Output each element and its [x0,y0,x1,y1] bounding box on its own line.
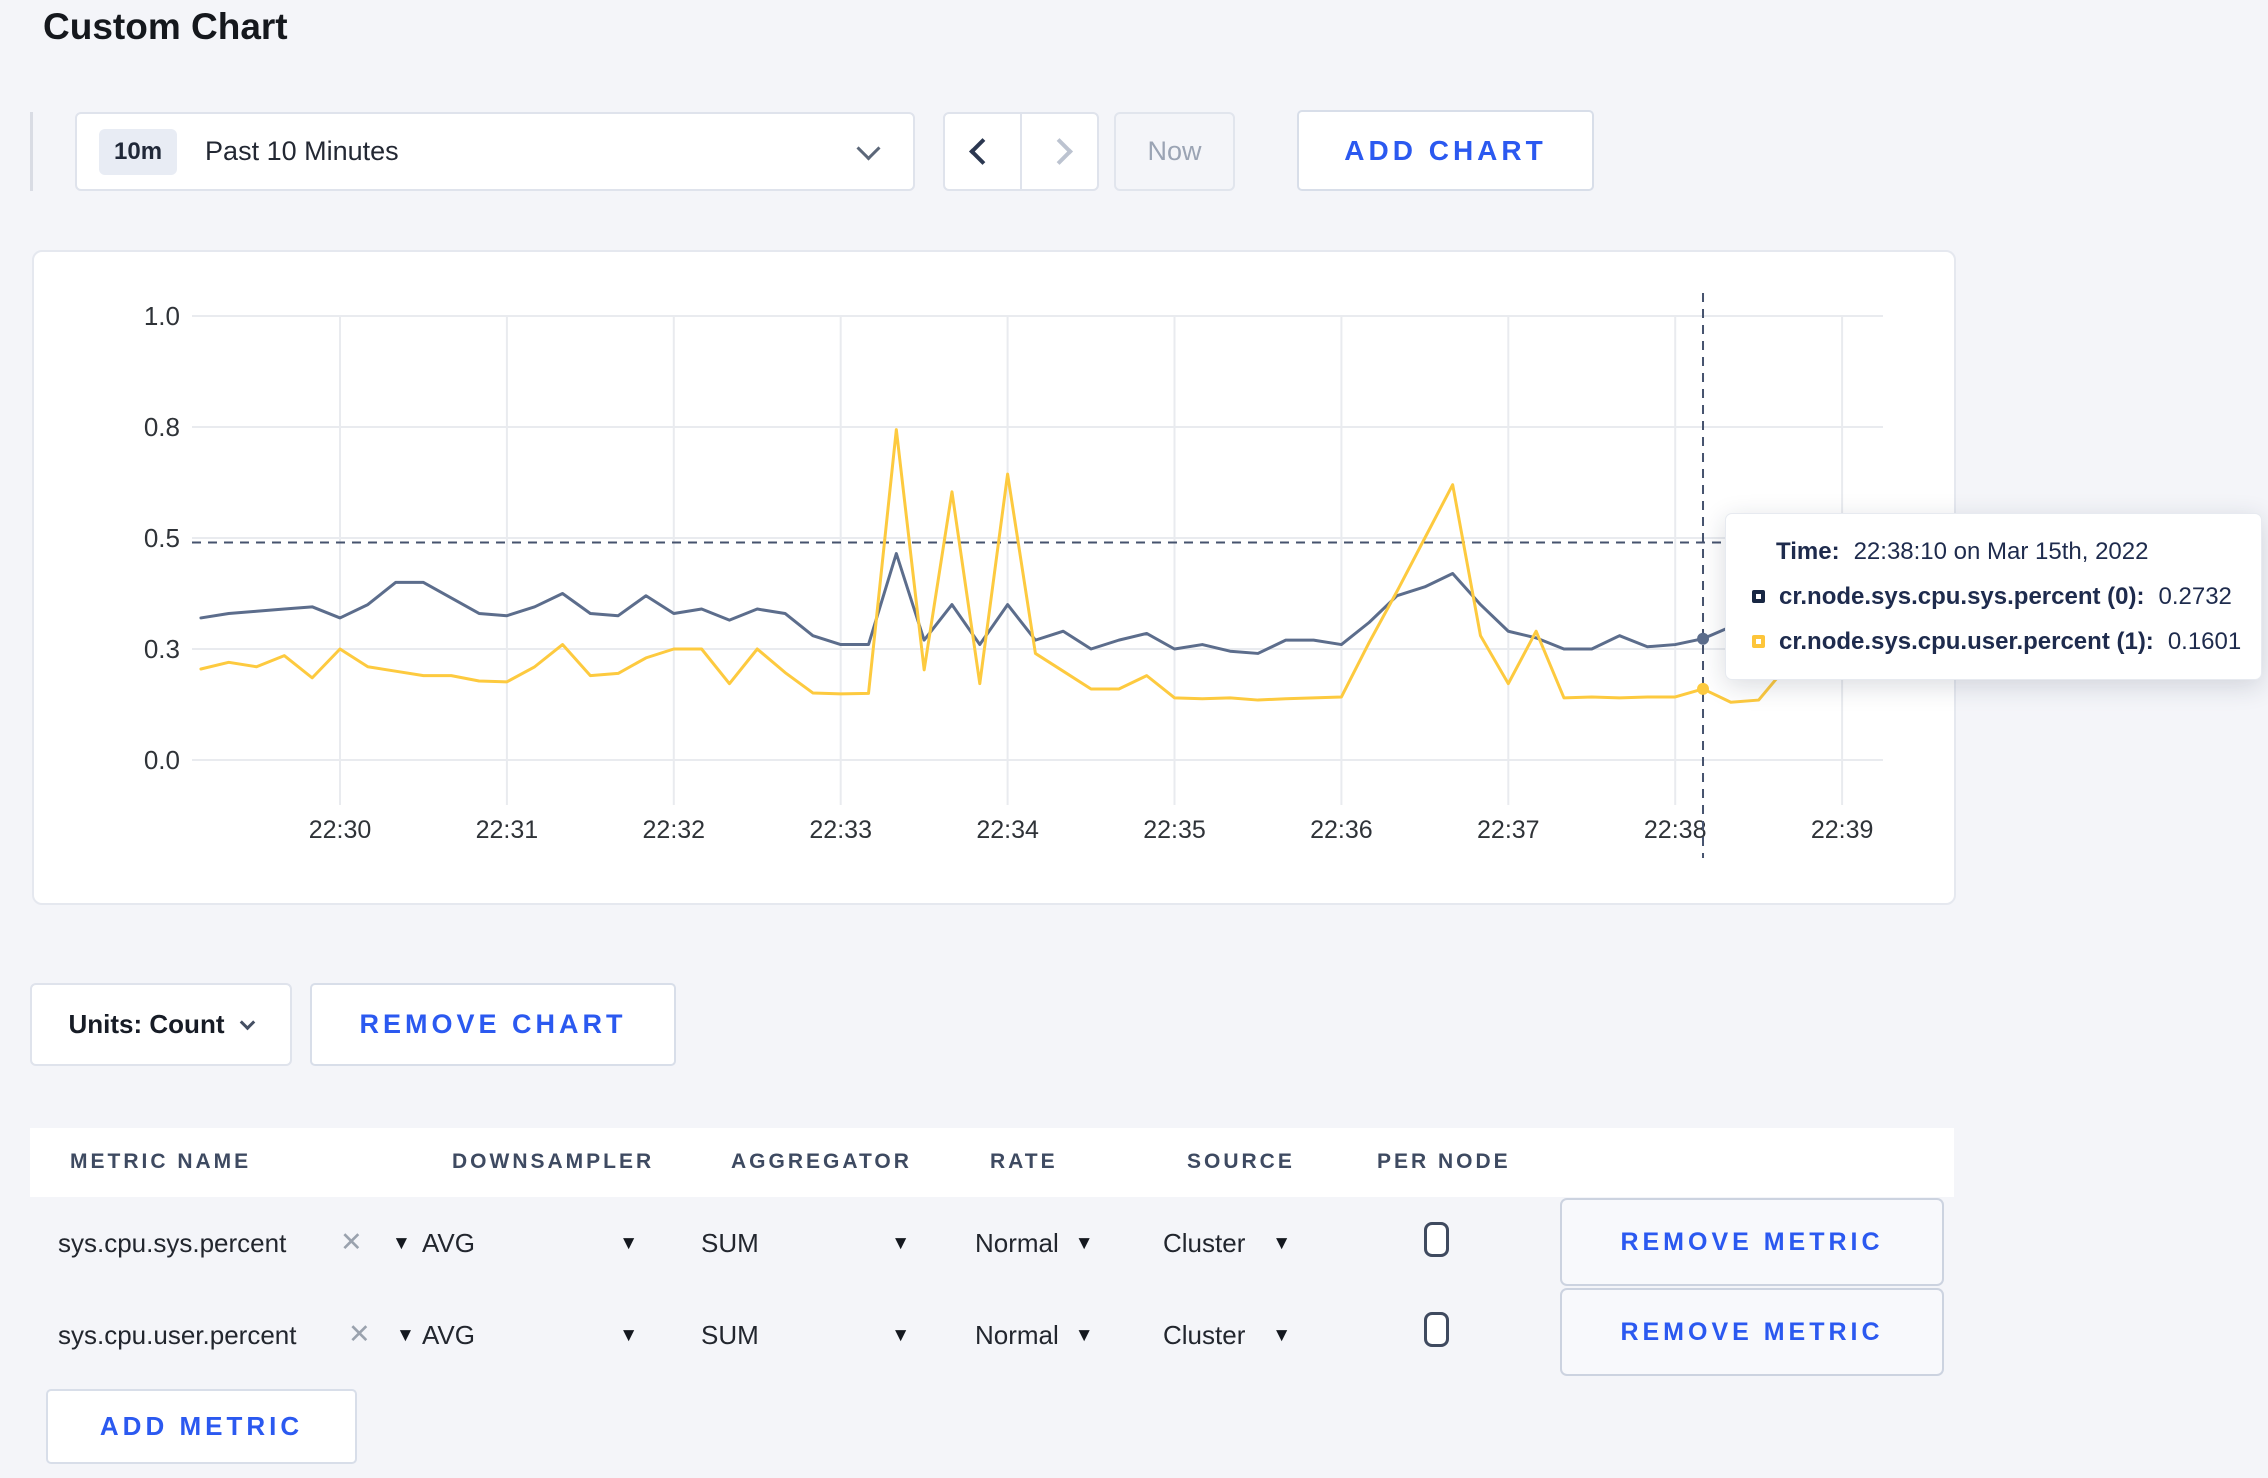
chevron-down-icon: ▼ [1272,1325,1291,1346]
add-chart-button[interactable]: ADD CHART [1297,110,1594,191]
tooltip-metric-value: 0.1601 [2167,627,2242,655]
downsampler-value: AVG [422,1228,475,1258]
col-header-aggregator: AGGREGATOR [731,1150,912,1173]
metric-dropdown-icon[interactable]: ▼ [396,1326,415,1345]
series-swatch-icon [1752,590,1765,603]
metric-dropdown-icon[interactable]: ▼ [392,1234,411,1253]
rate-value: Normal [975,1320,1059,1350]
chevron-down-icon: ▼ [1074,1233,1094,1254]
time-range-badge: 10m [99,128,178,175]
units-label: Units: Count [68,1009,225,1039]
metric-name-value: sys.cpu.sys.percent [58,1228,287,1258]
chevron-down-icon: ▼ [619,1233,638,1254]
metric-name-value: sys.cpu.user.percent [58,1320,297,1350]
clear-metric-icon[interactable]: ✕ [340,1229,363,1256]
col-header-per-node: PER NODE [1377,1150,1511,1173]
chevron-down-icon: ▼ [1074,1325,1094,1346]
rate-value: Normal [975,1228,1059,1258]
downsampler-select[interactable]: AVG ▼ [422,1228,638,1259]
chevron-down-icon [240,1014,256,1030]
now-button[interactable]: Now [1114,112,1235,191]
downsampler-value: AVG [422,1320,475,1350]
remove-metric-button[interactable]: REMOVE METRIC [1560,1288,1944,1376]
tooltip-metric-label: cr.node.sys.cpu.user.percent (1): [1779,627,2154,655]
rate-select[interactable]: Normal ▼ [975,1320,1094,1351]
chevron-left-icon [969,138,996,165]
chevron-down-icon: ▼ [891,1325,910,1346]
per-node-checkbox[interactable] [1424,1312,1449,1347]
chevron-down-icon [856,136,881,161]
col-header-downsampler: DOWNSAMPLER [452,1150,655,1173]
clear-metric-icon[interactable]: ✕ [348,1321,371,1348]
add-metric-button[interactable]: ADD METRIC [46,1389,357,1464]
chart-tooltip: Time: 22:38:10 on Mar 15th, 2022 cr.node… [1725,513,2262,680]
prev-range-button[interactable] [945,114,1022,189]
next-range-button[interactable] [1022,114,1097,189]
source-select[interactable]: Cluster ▼ [1163,1228,1291,1259]
tooltip-time-value: 22:38:10 on Mar 15th, 2022 [1853,537,2149,565]
col-header-metric-name: METRIC NAME [70,1150,252,1173]
col-header-source: SOURCE [1187,1150,1295,1173]
tooltip-metric-label: cr.node.sys.cpu.sys.percent (0): [1779,582,2145,610]
downsampler-select[interactable]: AVG ▼ [422,1320,638,1351]
aggregator-value: SUM [701,1228,759,1258]
series-swatch-icon [1752,635,1765,648]
tooltip-time-row: Time: 22:38:10 on Mar 15th, 2022 [1752,538,2235,566]
remove-chart-button[interactable]: REMOVE CHART [310,983,676,1066]
tooltip-series-row: cr.node.sys.cpu.user.percent (1): 0.1601 [1752,627,2241,656]
time-nav-group [943,112,1099,191]
tooltip-metric-value: 0.2732 [2158,582,2232,610]
toolbar-divider [30,112,33,191]
per-node-checkbox[interactable] [1424,1222,1449,1257]
aggregator-value: SUM [701,1320,759,1350]
metrics-table-header: METRIC NAME DOWNSAMPLER AGGREGATOR RATE … [30,1128,1954,1197]
source-value: Cluster [1163,1320,1246,1350]
aggregator-select[interactable]: SUM ▼ [701,1320,910,1351]
remove-metric-button[interactable]: REMOVE METRIC [1560,1198,1944,1286]
source-value: Cluster [1163,1228,1246,1258]
chevron-down-icon: ▼ [891,1233,910,1254]
tooltip-series-row: cr.node.sys.cpu.sys.percent (0): 0.2732 [1752,583,2235,611]
units-select[interactable]: Units: Count [30,983,292,1066]
col-header-rate: RATE [990,1150,1058,1173]
aggregator-select[interactable]: SUM ▼ [701,1228,910,1259]
chevron-down-icon: ▼ [619,1325,638,1346]
chart-panel[interactable] [32,250,1956,905]
page-title: Custom Chart [43,6,288,47]
rate-select[interactable]: Normal ▼ [975,1228,1094,1259]
time-range-select[interactable]: 10m Past 10 Minutes [75,112,915,191]
chevron-down-icon: ▼ [1272,1233,1291,1254]
time-range-label: Past 10 Minutes [205,136,399,166]
chevron-right-icon [1046,138,1073,165]
source-select[interactable]: Cluster ▼ [1163,1320,1291,1351]
tooltip-time-label: Time: [1776,537,1840,565]
